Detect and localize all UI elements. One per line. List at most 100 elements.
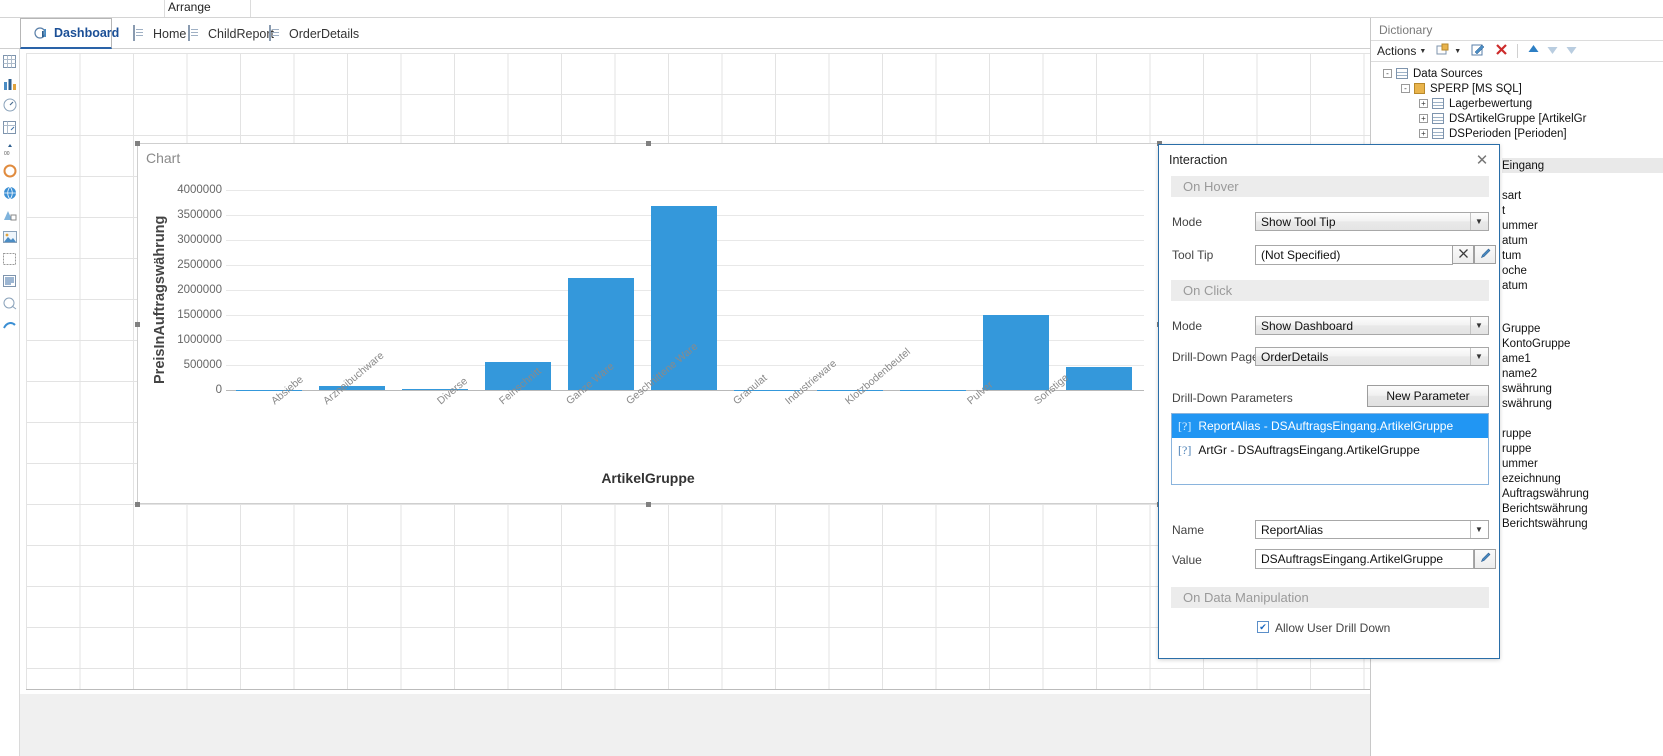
indicator-icon[interactable]: 00 xyxy=(1,139,19,159)
parameter-item-artgr[interactable]: [?] ArtGr - DSAuftragsEingang.ArtikelGru… xyxy=(1172,438,1488,462)
field-row[interactable]: atum xyxy=(1502,233,1663,248)
field-row[interactable]: ezeichnung xyxy=(1502,471,1663,486)
parameter-value-edit-button[interactable] xyxy=(1474,549,1496,569)
hover-mode-value: Show Tool Tip xyxy=(1261,214,1336,229)
chevron-down-icon[interactable]: ▼ xyxy=(1470,317,1487,334)
globe-icon[interactable] xyxy=(1,183,19,203)
expander-icon[interactable]: + xyxy=(1419,114,1428,123)
zone-icon[interactable] xyxy=(1,293,19,313)
page-icon xyxy=(188,25,202,41)
parameter-name-select[interactable]: ReportAlias ▼ xyxy=(1255,520,1489,539)
pie-icon[interactable] xyxy=(1,161,19,181)
toolbar-divider xyxy=(1517,44,1519,58)
parameter-item-reportalias[interactable]: [?] ReportAlias - DSAuftragsEingang.Arti… xyxy=(1172,414,1488,438)
hover-mode-select[interactable]: Show Tool Tip ▼ xyxy=(1255,212,1489,231)
field-row[interactable]: Gruppe xyxy=(1502,321,1663,336)
gauge-icon[interactable] xyxy=(1,95,19,115)
field-row[interactable]: oche xyxy=(1502,263,1663,278)
new-item-button[interactable]: ▼ xyxy=(1436,43,1461,60)
hover-mode-label: Mode xyxy=(1172,215,1203,229)
tooltip-input[interactable]: (Not Specified) xyxy=(1255,245,1453,265)
chevron-down-icon: ▼ xyxy=(1419,47,1427,55)
tab-orderdetails[interactable]: OrderDetails xyxy=(256,18,372,49)
delete-icon xyxy=(1495,43,1508,59)
field-row[interactable]: name2 xyxy=(1502,366,1663,381)
drilldown-page-select[interactable]: OrderDetails ▼ xyxy=(1255,347,1489,366)
drilldown-parameter-list[interactable]: [?] ReportAlias - DSAuftragsEingang.Arti… xyxy=(1171,413,1489,485)
parameter-value-input[interactable]: DSAuftragsEingang.ArtikelGruppe xyxy=(1255,549,1474,569)
parameter-icon: [?] xyxy=(1178,442,1192,457)
field-row[interactable]: tum xyxy=(1502,248,1663,263)
tab-dashboard[interactable]: Dashboard xyxy=(20,18,119,49)
expander-icon[interactable]: + xyxy=(1419,129,1428,138)
move-down-2-button[interactable] xyxy=(1565,43,1578,59)
field-row[interactable]: ruppe xyxy=(1502,426,1663,441)
close-icon[interactable]: ✕ xyxy=(1471,150,1493,170)
field-row[interactable]: Berichtswährung xyxy=(1502,501,1663,516)
interaction-dialog[interactable]: Interaction ✕ On Hover Mode Show Tool Ti… xyxy=(1158,144,1500,659)
table-icon xyxy=(1432,98,1444,109)
tree-node-sperp[interactable]: - SPERP [MS SQL] xyxy=(1377,81,1663,96)
parameter-value-label: Value xyxy=(1172,553,1202,567)
field-row[interactable]: KontoGruppe xyxy=(1502,336,1663,351)
expander-icon[interactable]: + xyxy=(1419,99,1428,108)
tooltip-clear-button[interactable] xyxy=(1452,245,1474,264)
field-row[interactable]: Auftragswährung xyxy=(1502,486,1663,501)
field-row[interactable]: swährung xyxy=(1502,396,1663,411)
field-row[interactable]: t xyxy=(1502,203,1663,218)
bar-sonstige[interactable] xyxy=(1066,367,1132,390)
tree-node-dsartikelgruppe[interactable]: + DSArtikelGruppe [ArtikelGr xyxy=(1377,111,1663,126)
move-down-icon xyxy=(1565,43,1578,59)
field-row[interactable]: ruppe xyxy=(1502,441,1663,456)
click-mode-select[interactable]: Show Dashboard ▼ xyxy=(1255,316,1489,335)
image-icon[interactable] xyxy=(1,227,19,247)
dictionary-field-list[interactable]: Eingang sart t ummer atum tum oche atum … xyxy=(1502,158,1663,531)
allow-drilldown-checkbox[interactable]: ✔ xyxy=(1257,621,1269,633)
shape-icon[interactable] xyxy=(1,205,19,225)
chevron-down-icon[interactable]: ▼ xyxy=(1470,348,1487,365)
bar-industrieware[interactable] xyxy=(817,389,883,390)
y-tick-label: 2000000 xyxy=(177,284,222,296)
chevron-down-icon[interactable]: ▼ xyxy=(1470,521,1487,538)
chart-x-axis-title: ArtikelGruppe xyxy=(601,470,695,486)
new-parameter-button[interactable]: New Parameter xyxy=(1367,385,1489,407)
field-row[interactable]: ame1 xyxy=(1502,351,1663,366)
delete-button[interactable] xyxy=(1495,43,1508,59)
panel-icon[interactable] xyxy=(1,249,19,269)
cross-tab-icon[interactable] xyxy=(1,117,19,137)
field-row[interactable]: atum xyxy=(1502,278,1663,293)
dictionary-tree[interactable]: - Data Sources - SPERP [MS SQL] + Lagerb… xyxy=(1377,66,1663,141)
actions-menu-button[interactable]: Actions ▼ xyxy=(1377,44,1426,58)
y-tick-label: 2500000 xyxy=(177,259,222,271)
chart-component[interactable]: Chart PreisInAuftragswährung 4000000 350… xyxy=(135,141,1162,507)
edit-button[interactable] xyxy=(1471,43,1485,60)
field-row[interactable]: swährung xyxy=(1502,381,1663,396)
y-tick-label: 0 xyxy=(215,384,222,396)
richtext-icon[interactable] xyxy=(1,271,19,291)
tooltip-value: (Not Specified) xyxy=(1261,248,1341,262)
expander-icon[interactable]: - xyxy=(1383,69,1392,78)
tooltip-edit-button[interactable] xyxy=(1474,245,1496,264)
move-up-button[interactable] xyxy=(1527,43,1540,59)
field-row[interactable]: sart xyxy=(1502,188,1663,203)
chevron-down-icon[interactable]: ▼ xyxy=(1470,213,1487,230)
bar-pulver[interactable] xyxy=(983,315,1049,390)
arrow-icon[interactable] xyxy=(1,315,19,335)
field-row[interactable]: Eingang xyxy=(1502,158,1663,173)
bar-klotzbodenbeutel[interactable] xyxy=(900,389,966,390)
click-mode-label: Mode xyxy=(1172,319,1203,333)
canvas-background xyxy=(20,694,1370,756)
expander-icon[interactable]: - xyxy=(1401,84,1410,93)
tree-node-dsperioden[interactable]: + DSPerioden [Perioden] xyxy=(1377,126,1663,141)
edit-pencil-icon xyxy=(1479,247,1492,263)
move-down-button[interactable] xyxy=(1546,43,1559,59)
bar-chart-icon[interactable] xyxy=(1,73,19,93)
field-row[interactable]: ummer xyxy=(1502,456,1663,471)
field-row[interactable]: Berichtswährung xyxy=(1502,516,1663,531)
tree-node-lagerbewertung[interactable]: + Lagerbewertung xyxy=(1377,96,1663,111)
table-icon[interactable] xyxy=(1,51,19,71)
tree-node-data-sources[interactable]: - Data Sources xyxy=(1377,66,1663,81)
ribbon-divider xyxy=(164,0,165,18)
field-row[interactable]: ummer xyxy=(1502,218,1663,233)
dashboard-icon xyxy=(34,26,48,41)
